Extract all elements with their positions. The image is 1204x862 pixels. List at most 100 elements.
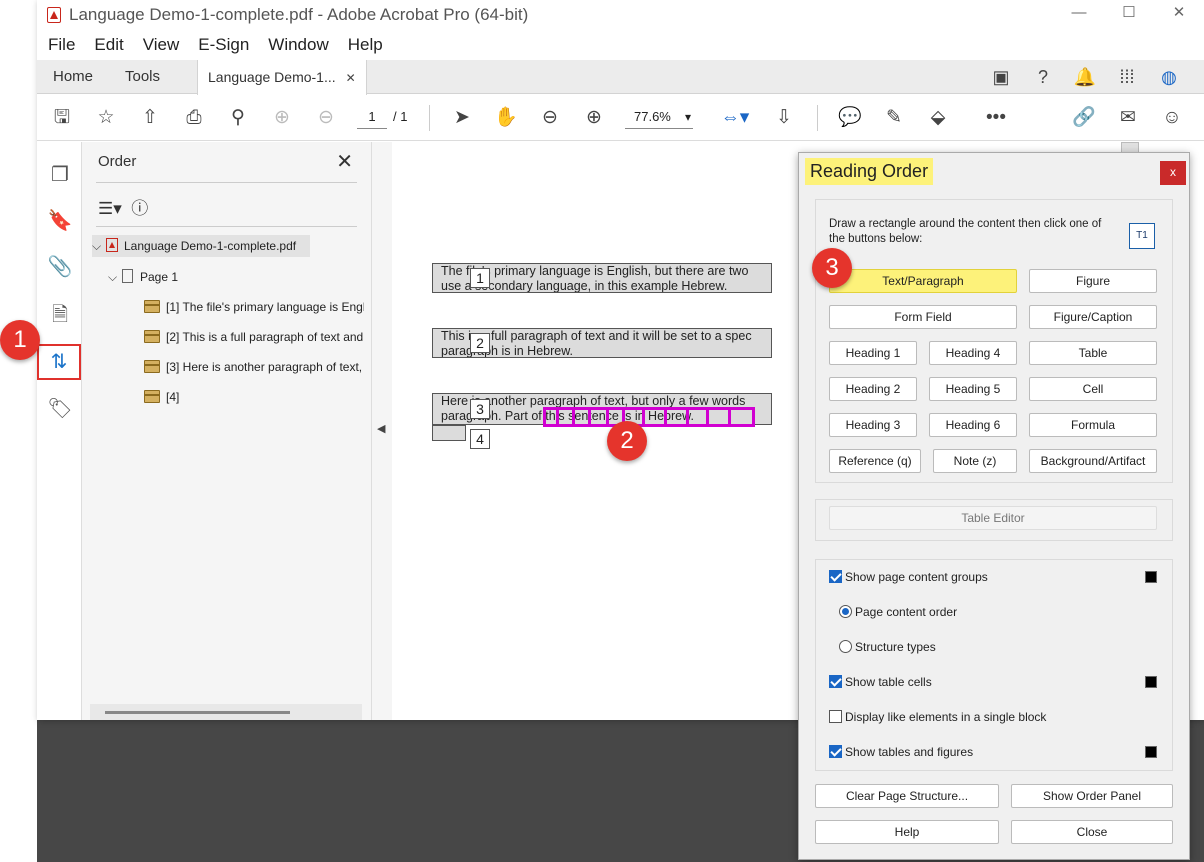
menu-file[interactable]: File (48, 35, 75, 55)
note-button[interactable]: Note (z) (933, 449, 1017, 473)
figure-caption-button[interactable]: Figure/Caption (1029, 305, 1157, 329)
table-region-icon[interactable]: T1 (1129, 223, 1155, 249)
scroll-mode-icon[interactable]: ⇩ (771, 105, 797, 131)
display-like-elements-checkbox[interactable]: Display like elements in a single block (829, 709, 1046, 725)
menu-edit[interactable]: Edit (94, 35, 123, 55)
menu-view[interactable]: View (143, 35, 180, 55)
checkbox-checked[interactable] (829, 745, 842, 758)
heading-2-button[interactable]: Heading 2 (829, 377, 917, 401)
heading-6-button[interactable]: Heading 6 (929, 413, 1017, 437)
cell-button[interactable]: Cell (1029, 377, 1157, 401)
prev-page-icon[interactable]: ⊕ (269, 105, 295, 131)
bell-icon[interactable]: 🔔 (1064, 65, 1106, 89)
show-tables-figures-checkbox[interactable]: Show tables and figures (829, 744, 973, 760)
order-options-icon[interactable]: ☰▾ ⓘ (98, 194, 148, 219)
account-globe-icon[interactable]: ◍ (1148, 65, 1190, 89)
comment-icon[interactable]: 💬 (837, 105, 863, 131)
tree-item[interactable]: [1] The file's primary language is Engli… (144, 296, 364, 318)
page-number-input[interactable]: 1 (357, 105, 387, 129)
share-screen-icon[interactable]: ▣ (980, 65, 1022, 89)
zoom-dropdown[interactable]: 77.6% (625, 105, 693, 129)
reference-button[interactable]: Reference (q) (829, 449, 921, 473)
heading-3-button[interactable]: Heading 3 (829, 413, 917, 437)
menu-esign[interactable]: E-Sign (198, 35, 249, 55)
hand-tool-icon[interactable]: ✋ (493, 105, 519, 131)
print-icon[interactable]: ⎙ (181, 105, 207, 131)
background-artifact-button[interactable]: Background/Artifact (1029, 449, 1157, 473)
save-icon[interactable]: 🖫 (49, 105, 75, 131)
order-panel-scrollbar[interactable] (90, 704, 362, 720)
selection-rectangle[interactable] (543, 407, 755, 427)
radio-selected[interactable] (839, 605, 852, 618)
color-swatch[interactable] (1145, 746, 1157, 758)
minimize-button[interactable]: — (1054, 0, 1104, 30)
checkbox-unchecked[interactable] (829, 710, 842, 723)
order-panel-icon[interactable]: ⇅ (37, 344, 81, 380)
help-icon[interactable]: ? (1022, 65, 1064, 89)
tree-item-label: [4] (166, 390, 180, 404)
checkbox-checked[interactable] (829, 570, 842, 583)
heading-4-button[interactable]: Heading 4 (929, 341, 1017, 365)
formula-button[interactable]: Formula (1029, 413, 1157, 437)
tags-icon[interactable]: 🏷 (47, 396, 73, 422)
checkbox-checked[interactable] (829, 675, 842, 688)
tree-item[interactable]: [4] (144, 386, 364, 408)
tab-home[interactable]: Home (53, 60, 93, 94)
show-page-content-groups-checkbox[interactable]: Show page content groups (829, 569, 988, 585)
tab-close-icon[interactable]: ✕ (346, 71, 356, 85)
apps-grid-icon[interactable]: ⁞⁞⁞ (1106, 65, 1148, 89)
menu-help[interactable]: Help (348, 35, 383, 55)
table-editor-button[interactable]: Table Editor (829, 506, 1157, 530)
more-options-icon[interactable]: ••• (983, 105, 1009, 131)
pages-icon[interactable]: ❐ (47, 162, 73, 188)
attachments-icon[interactable]: 📎 (47, 254, 73, 280)
zoom-in-icon[interactable]: ⊕ (581, 105, 607, 131)
color-swatch[interactable] (1145, 571, 1157, 583)
tree-page-node[interactable]: ⌵ Page 1 (108, 266, 348, 288)
email-icon[interactable]: ✉ (1115, 105, 1141, 131)
tree-item[interactable]: [2] This is a full paragraph of text and… (144, 326, 364, 348)
highlight-pen-icon[interactable]: ✎ (881, 105, 907, 131)
bookmark-star-icon[interactable]: ☆ (93, 105, 119, 131)
zoom-out-icon[interactable]: ⊖ (537, 105, 563, 131)
tree-item[interactable]: [3] Here is another paragraph of text, b… (144, 356, 364, 378)
content-icon[interactable]: 🗎 (47, 302, 73, 328)
select-cursor-icon[interactable]: ➤ (449, 105, 475, 131)
show-table-cells-checkbox[interactable]: Show table cells (829, 674, 932, 690)
zoom-search-icon[interactable]: ⚲ (225, 105, 251, 131)
content-group-4[interactable] (432, 425, 466, 441)
fill-sign-icon[interactable]: ⬙ (925, 105, 951, 131)
figure-button[interactable]: Figure (1029, 269, 1157, 293)
bookmarks-icon[interactable]: 🔖 (47, 208, 73, 234)
close-window-button[interactable]: ✕ (1154, 0, 1204, 30)
maximize-button[interactable]: ☐ (1104, 0, 1154, 30)
heading-5-button[interactable]: Heading 5 (929, 377, 1017, 401)
dialog-close-button[interactable]: x (1160, 161, 1186, 185)
link-icon[interactable]: 🔗 (1071, 105, 1097, 131)
table-button[interactable]: Table (1029, 341, 1157, 365)
show-order-panel-button[interactable]: Show Order Panel (1011, 784, 1173, 808)
add-user-icon[interactable]: ☺ (1159, 105, 1185, 131)
tab-tools[interactable]: Tools (125, 60, 160, 94)
heading-1-button[interactable]: Heading 1 (829, 341, 917, 365)
text-paragraph-button[interactable]: Text/Paragraph (829, 269, 1017, 293)
tree-file-node[interactable]: ⌵ Language Demo-1-complete.pdf (92, 235, 310, 257)
structure-types-radio[interactable]: Structure types (839, 639, 936, 655)
expand-caret-icon[interactable]: ⌵ (108, 266, 122, 288)
menu-window[interactable]: Window (268, 35, 328, 55)
clear-page-structure-button[interactable]: Clear Page Structure... (815, 784, 999, 808)
radio-unselected[interactable] (839, 640, 852, 653)
tab-document[interactable]: Language Demo-1... ✕ (197, 60, 367, 95)
toolbar-divider (429, 105, 430, 131)
expand-caret-icon[interactable]: ⌵ (92, 235, 106, 257)
order-panel-close-icon[interactable]: ✕ (336, 149, 353, 174)
fit-page-icon[interactable]: ⇔▾ (717, 105, 753, 131)
close-button[interactable]: Close (1011, 820, 1173, 844)
page-content-order-radio[interactable]: Page content order (839, 604, 957, 620)
next-page-icon[interactable]: ⊖ (313, 105, 339, 131)
form-field-button[interactable]: Form Field (829, 305, 1017, 329)
panel-collapse-handle[interactable]: ◀ (372, 142, 392, 720)
cloud-upload-icon[interactable]: ⇧ (137, 105, 163, 131)
color-swatch[interactable] (1145, 676, 1157, 688)
help-button[interactable]: Help (815, 820, 999, 844)
